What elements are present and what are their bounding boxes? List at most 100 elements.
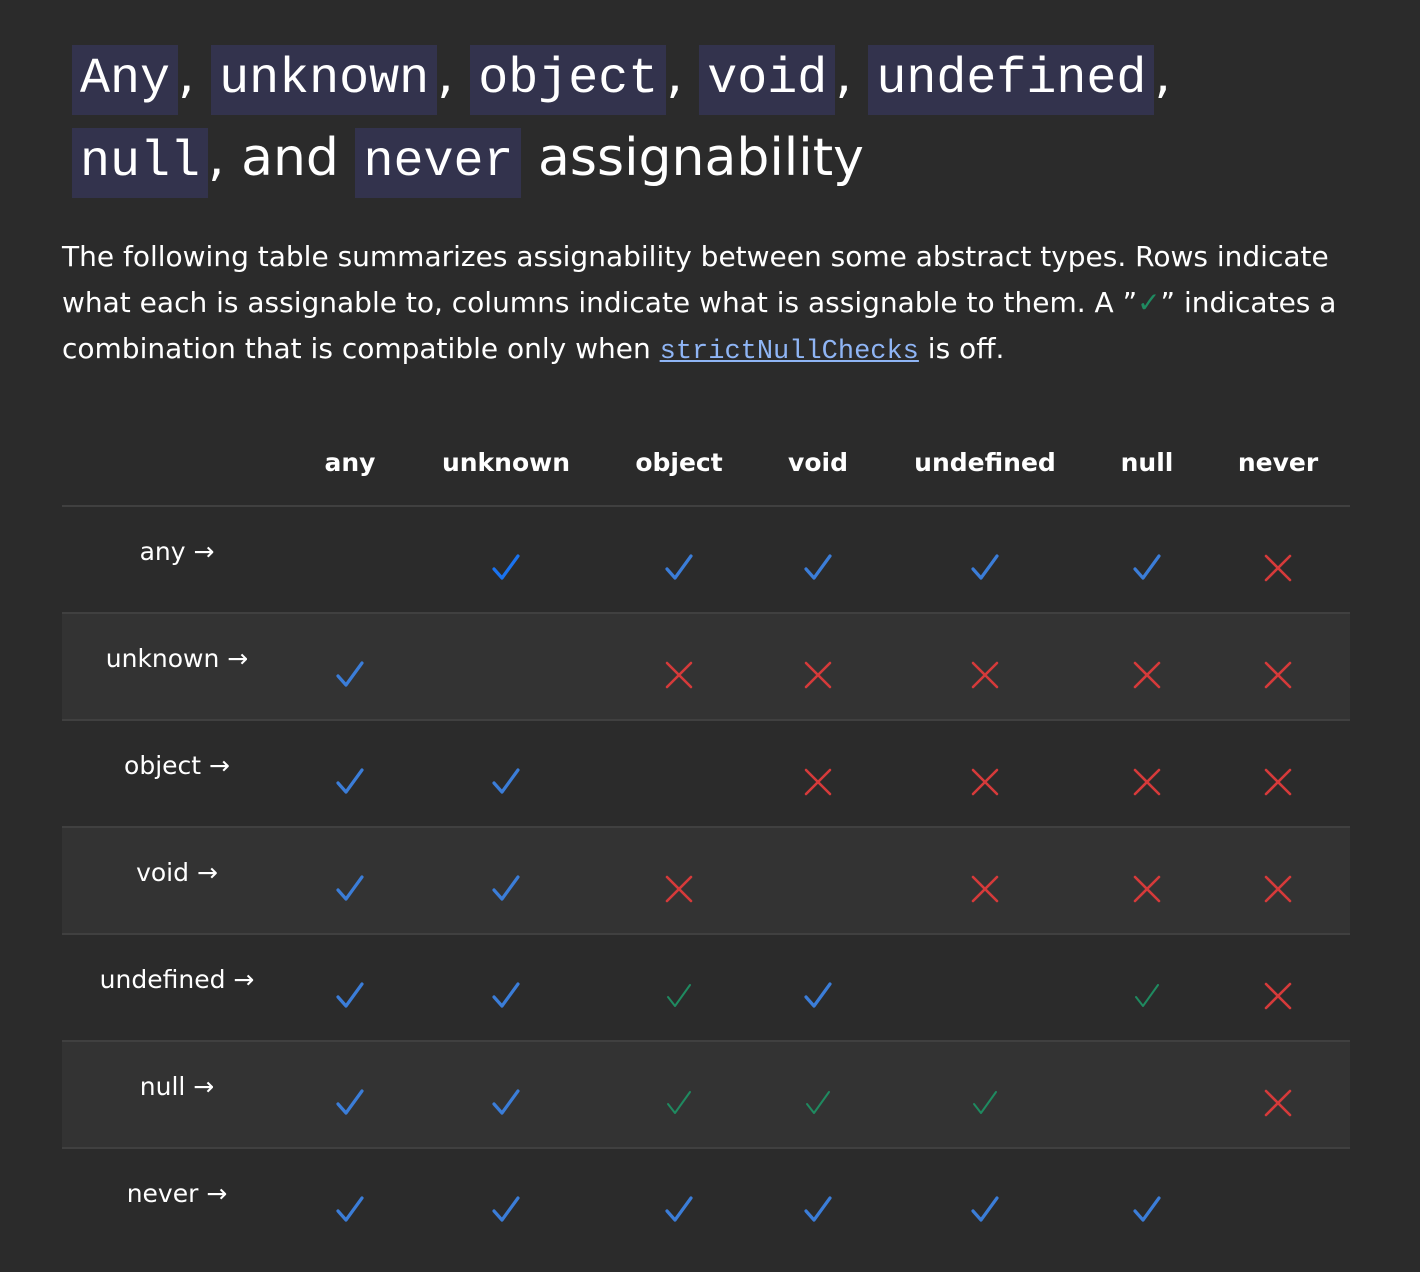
table-cell bbox=[408, 1148, 604, 1254]
table-cell bbox=[408, 934, 604, 1042]
check-icon: ✓ bbox=[1137, 286, 1161, 319]
cross-icon bbox=[1132, 660, 1162, 690]
table-cell bbox=[292, 934, 408, 1042]
row-label: unknown → bbox=[62, 613, 292, 721]
cross-icon bbox=[970, 874, 1000, 904]
check-icon bbox=[803, 1088, 833, 1118]
table-cell bbox=[292, 1148, 408, 1254]
table-cell bbox=[754, 1041, 882, 1149]
table-cell bbox=[408, 613, 604, 721]
cross-icon bbox=[1132, 767, 1162, 797]
check-icon bbox=[803, 981, 833, 1011]
check-icon bbox=[335, 660, 365, 690]
check-icon bbox=[335, 874, 365, 904]
cross-icon bbox=[803, 767, 833, 797]
check-icon bbox=[970, 1088, 1000, 1118]
table-cell bbox=[604, 506, 754, 614]
row-label: never → bbox=[62, 1148, 292, 1254]
table-cell bbox=[604, 613, 754, 721]
table-cell bbox=[882, 827, 1088, 935]
code-unknown: unknown bbox=[211, 45, 438, 115]
table-cell bbox=[408, 1041, 604, 1149]
table-cell bbox=[882, 1041, 1088, 1149]
table-cell bbox=[882, 1148, 1088, 1254]
article-content: Any, unknown, object, void, undefined, n… bbox=[62, 36, 1362, 1254]
cross-icon bbox=[1263, 1088, 1293, 1118]
table-cell bbox=[604, 1148, 754, 1254]
column-header: null bbox=[1088, 419, 1206, 507]
table-cell bbox=[604, 1041, 754, 1149]
title-separator: , bbox=[666, 45, 683, 105]
check-icon bbox=[335, 1195, 365, 1225]
title-separator: , bbox=[1154, 45, 1171, 105]
assignability-table: any unknown object void undefined null n… bbox=[62, 419, 1350, 1254]
code-object: object bbox=[470, 45, 667, 115]
table-cell bbox=[408, 506, 604, 614]
table-cell bbox=[882, 506, 1088, 614]
table-row: never → bbox=[62, 1148, 1350, 1254]
table-cell bbox=[604, 827, 754, 935]
table-cell bbox=[1088, 827, 1206, 935]
cross-icon bbox=[970, 767, 1000, 797]
column-header: unknown bbox=[408, 419, 604, 507]
table-cell bbox=[1206, 1148, 1350, 1254]
check-icon bbox=[1132, 553, 1162, 583]
table-cell bbox=[882, 613, 1088, 721]
check-icon bbox=[664, 981, 694, 1011]
title-separator: , bbox=[835, 45, 852, 105]
check-icon bbox=[803, 553, 833, 583]
cross-icon bbox=[1263, 553, 1293, 583]
header-row: any unknown object void undefined null n… bbox=[62, 419, 1350, 507]
table-cell bbox=[1206, 506, 1350, 614]
table-cell bbox=[1088, 934, 1206, 1042]
table-cell bbox=[1206, 613, 1350, 721]
table-cell bbox=[292, 613, 408, 721]
intro-paragraph: The following table summarizes assignabi… bbox=[62, 234, 1352, 375]
check-icon bbox=[970, 553, 1000, 583]
check-icon bbox=[335, 1088, 365, 1118]
title-suffix: assignability bbox=[538, 128, 864, 188]
check-icon bbox=[664, 1088, 694, 1118]
check-icon bbox=[1132, 981, 1162, 1011]
table-row: null → bbox=[62, 1041, 1350, 1149]
check-icon bbox=[664, 1195, 694, 1225]
check-icon bbox=[803, 1195, 833, 1225]
intro-text-end: is off. bbox=[918, 332, 1005, 365]
table-cell bbox=[604, 934, 754, 1042]
code-void: void bbox=[699, 45, 836, 115]
cross-icon bbox=[1263, 874, 1293, 904]
page-title: Any, unknown, object, void, undefined, n… bbox=[72, 36, 1362, 202]
check-icon bbox=[491, 553, 521, 583]
title-and: , and bbox=[208, 128, 339, 188]
table-cell bbox=[754, 613, 882, 721]
cross-icon bbox=[1263, 660, 1293, 690]
title-separator: , bbox=[178, 45, 195, 105]
check-icon bbox=[491, 1088, 521, 1118]
code-undefined: undefined bbox=[868, 45, 1155, 115]
row-label: undefined → bbox=[62, 934, 292, 1042]
check-icon bbox=[491, 1195, 521, 1225]
table-row: undefined → bbox=[62, 934, 1350, 1042]
column-header: void bbox=[754, 419, 882, 507]
column-header: any bbox=[292, 419, 408, 507]
table-cell bbox=[408, 720, 604, 828]
code-any: Any bbox=[72, 45, 179, 115]
cross-icon bbox=[1263, 981, 1293, 1011]
table-cell bbox=[292, 720, 408, 828]
table-cell bbox=[882, 720, 1088, 828]
column-header: never bbox=[1206, 419, 1350, 507]
row-label: any → bbox=[62, 506, 292, 614]
cross-icon bbox=[664, 874, 694, 904]
table-cell bbox=[882, 934, 1088, 1042]
table-cell bbox=[1088, 613, 1206, 721]
cross-icon bbox=[1132, 874, 1162, 904]
table-row: void → bbox=[62, 827, 1350, 935]
table-row: unknown → bbox=[62, 613, 1350, 721]
table-row: object → bbox=[62, 720, 1350, 828]
table-cell bbox=[1088, 506, 1206, 614]
corner-cell bbox=[62, 419, 292, 507]
strict-null-checks-link[interactable]: strictNullChecks bbox=[660, 337, 919, 367]
table-cell bbox=[1088, 720, 1206, 828]
table-cell bbox=[754, 720, 882, 828]
title-separator: , bbox=[437, 45, 454, 105]
